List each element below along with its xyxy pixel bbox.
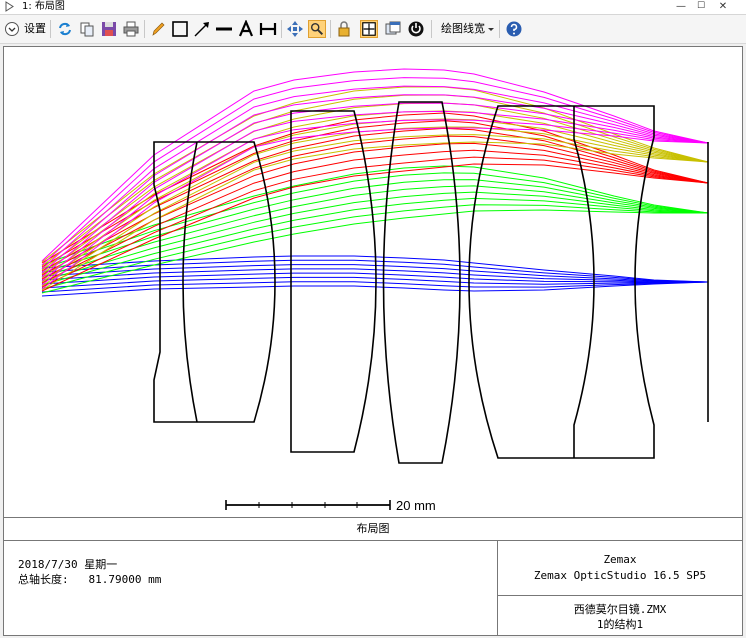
lock-icon[interactable] [335, 20, 353, 38]
save-icon[interactable] [100, 20, 118, 38]
axis-length-line: 总轴长度: 81.79000 mm [18, 573, 162, 586]
pan-icon[interactable] [286, 20, 304, 38]
window-title: 1: 布局图 [22, 1, 65, 12]
plot-caption: 布局图 [4, 517, 742, 541]
company-label: Zemax [603, 553, 637, 566]
dropdown-icon[interactable] [488, 20, 494, 38]
scale-bar [225, 500, 391, 510]
configuration-label: 1的结构1 [596, 618, 644, 631]
layout-plot[interactable]: 20 mm [4, 47, 742, 517]
info-right-panel: Zemax Zemax OpticStudio 16.5 SP5 [498, 540, 742, 596]
toolbar-separator [144, 20, 145, 38]
toolbar-separator [431, 20, 432, 38]
toolbar: 设置 绘图线宽 [0, 15, 746, 44]
toolbar-separator [281, 20, 282, 38]
toolbar-separator [50, 20, 51, 38]
line-icon[interactable] [215, 20, 233, 38]
text-icon[interactable] [237, 20, 255, 38]
toolbar-separator [499, 20, 500, 38]
scale-bar-label: 20 mm [396, 498, 436, 513]
fit-icon[interactable] [360, 20, 378, 38]
window-titlebar: 1: 布局图 — ☐ ✕ [0, 0, 746, 15]
print-icon[interactable] [122, 20, 140, 38]
settings-dropdown-icon[interactable] [4, 20, 20, 38]
copy-icon[interactable] [78, 20, 96, 38]
line-width-dropdown[interactable]: 绘图线宽 [441, 21, 485, 37]
layout-icon [5, 1, 14, 12]
maximize-icon[interactable]: ☐ [692, 0, 710, 14]
close-icon[interactable]: ✕ [714, 0, 732, 14]
refresh-icon[interactable] [56, 20, 74, 38]
date-line: 2018/7/30 星期一 [18, 558, 118, 571]
info-left-panel: 2018/7/30 星期一 总轴长度: 81.79000 mm [4, 540, 498, 635]
layout-canvas[interactable]: 20 mm 布局图 2018/7/30 星期一 总轴长度: 81.79000 m… [3, 46, 743, 636]
ray-field-1 [41, 281, 709, 297]
file-name-label: 西德莫尔目镜.ZMX [573, 603, 667, 616]
product-label: Zemax OpticStudio 16.5 SP5 [533, 569, 707, 582]
settings-button[interactable]: 设置 [24, 21, 46, 37]
help-icon[interactable] [505, 20, 523, 38]
pencil-icon[interactable] [149, 20, 167, 38]
info-file-panel: 西德莫尔目镜.ZMX 1的结构1 [498, 596, 742, 635]
rotate-icon[interactable] [407, 20, 425, 38]
zoom-icon[interactable] [308, 20, 326, 38]
clone-icon[interactable] [384, 20, 402, 38]
arrow-icon[interactable] [193, 20, 211, 38]
dimension-icon[interactable] [259, 20, 277, 38]
rectangle-icon[interactable] [171, 20, 189, 38]
toolbar-separator [330, 20, 331, 38]
minimize-icon[interactable]: — [672, 0, 690, 14]
